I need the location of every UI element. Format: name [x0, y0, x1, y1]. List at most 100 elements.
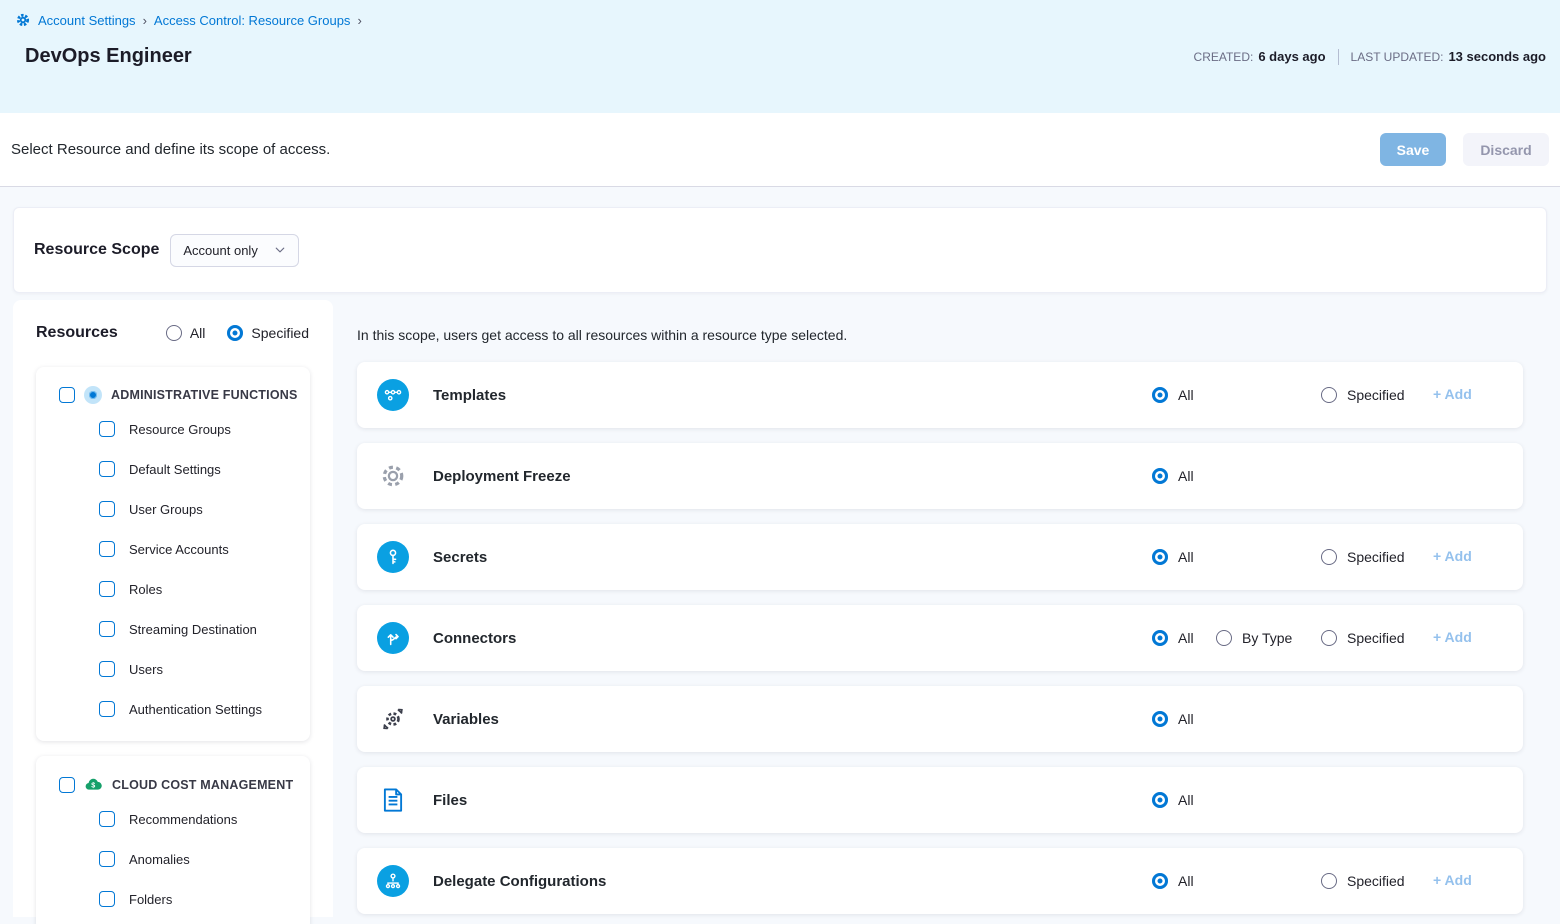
breadcrumb-account-settings[interactable]: Account Settings — [38, 13, 136, 28]
option-label: All — [1178, 711, 1194, 727]
add-resources-button[interactable]: + Add — [1433, 548, 1472, 564]
resource-row: VariablesAll — [357, 686, 1523, 752]
option-slot: All — [1152, 468, 1216, 484]
resource-type-label: Streaming Destination — [129, 622, 257, 637]
scope-option-by-type[interactable]: By Type — [1216, 630, 1321, 646]
resource-type-checkbox-item[interactable]: Service Accounts — [36, 529, 310, 569]
breadcrumb-access-control[interactable]: Access Control: Resource Groups — [154, 13, 351, 28]
connectors-icon — [377, 622, 409, 654]
radio-selected-icon — [1152, 549, 1168, 565]
deployment-freeze-icon — [377, 460, 409, 492]
radio-selected-icon — [1152, 468, 1168, 484]
resource-type-label: User Groups — [129, 502, 203, 517]
resource-type-checkbox-item[interactable]: Resource Groups — [36, 409, 310, 449]
radio-icon — [1216, 630, 1232, 646]
checkbox-icon — [99, 621, 115, 637]
scope-option-specified[interactable]: Specified — [1321, 387, 1433, 403]
scope-option-all[interactable]: All — [1152, 468, 1216, 484]
checkbox-icon[interactable] — [59, 777, 75, 793]
admin-functions-icon — [84, 386, 102, 404]
scope-option-all[interactable]: All — [1152, 630, 1216, 646]
resources-sidebar: Resources All Specified ADMINISTRATIVE F… — [13, 300, 333, 917]
toolbar-description: Select Resource and define its scope of … — [11, 141, 330, 158]
resource-group-card: $CLOUD COST MANAGEMENTRecommendationsAno… — [36, 756, 310, 924]
option-slot: All — [1152, 549, 1216, 565]
resource-type-checkbox-item[interactable]: Recommendations — [36, 799, 310, 839]
resource-row: FilesAll — [357, 767, 1523, 833]
radio-selected-icon — [1152, 387, 1168, 403]
resource-type-checkbox-item[interactable]: Anomalies — [36, 839, 310, 879]
scope-option-all[interactable]: All — [1152, 549, 1216, 565]
scope-option-specified[interactable]: Specified — [1321, 549, 1433, 565]
option-slot: All — [1152, 792, 1216, 808]
resource-type-label: Recommendations — [129, 812, 237, 827]
resource-scope-label: Resource Scope — [34, 241, 159, 259]
resource-type-checkbox-item[interactable]: Users — [36, 649, 310, 689]
resource-type-checkbox-item[interactable]: Streaming Destination — [36, 609, 310, 649]
scope-option-all[interactable]: All — [1152, 873, 1216, 889]
resource-type-checkbox-item[interactable]: User Groups — [36, 489, 310, 529]
resource-type-label: Folders — [129, 892, 172, 907]
templates-icon — [377, 379, 409, 411]
last-updated-label: LAST UPDATED: — [1351, 50, 1444, 64]
scope-options: All Specified+ Add — [1152, 872, 1485, 890]
scope-option-specified[interactable]: Specified — [1321, 873, 1433, 889]
radio-selected-icon — [1152, 630, 1168, 646]
add-resources-button[interactable]: + Add — [1433, 872, 1472, 888]
add-resources-button[interactable]: + Add — [1433, 629, 1472, 645]
resources-radio-specified[interactable]: Specified — [227, 325, 309, 341]
resource-type-checkbox-item[interactable]: Authentication Settings — [36, 689, 310, 729]
scope-option-all[interactable]: All — [1152, 711, 1216, 727]
created-label: CREATED: — [1194, 50, 1254, 64]
option-label: Specified — [1347, 387, 1405, 403]
scope-options: All Specified+ Add — [1152, 548, 1485, 566]
radio-icon — [166, 325, 182, 341]
action-toolbar: Select Resource and define its scope of … — [0, 113, 1560, 187]
radio-selected-icon — [1152, 792, 1168, 808]
checkbox-icon — [99, 541, 115, 557]
scope-option-all[interactable]: All — [1152, 792, 1216, 808]
checkbox-icon[interactable] — [59, 387, 75, 403]
checkbox-icon — [99, 661, 115, 677]
scope-options: All — [1152, 792, 1485, 808]
checkbox-icon — [99, 851, 115, 867]
resource-row: Deployment Freeze All — [357, 443, 1523, 509]
resource-scope-value: Account only — [183, 243, 257, 258]
meta-info: CREATED: 6 days ago LAST UPDATED: 13 sec… — [1194, 49, 1546, 65]
option-slot: Specified — [1321, 873, 1433, 889]
save-button[interactable]: Save — [1380, 133, 1446, 166]
scope-description: In this scope, users get access to all r… — [357, 327, 1523, 343]
scope-option-specified[interactable]: Specified — [1321, 630, 1433, 646]
add-slot: + Add — [1433, 629, 1485, 647]
resource-type-checkbox-item[interactable]: Folders — [36, 879, 310, 919]
gear-icon — [15, 12, 31, 28]
resource-scope-dropdown[interactable]: Account only — [170, 234, 298, 267]
option-label: By Type — [1242, 630, 1292, 646]
add-resources-button[interactable]: + Add — [1433, 386, 1472, 402]
add-slot: + Add — [1433, 548, 1485, 566]
resource-type-checkbox-item[interactable]: Default Settings — [36, 449, 310, 489]
option-slot: Specified — [1321, 630, 1433, 646]
resource-group-card: ADMINISTRATIVE FUNCTIONSResource GroupsD… — [36, 367, 310, 741]
option-slot: All — [1152, 387, 1216, 403]
resource-name: Deployment Freeze — [433, 468, 571, 485]
page-title: DevOps Engineer — [25, 45, 192, 68]
option-slot: All — [1152, 873, 1216, 889]
checkbox-icon — [99, 461, 115, 477]
scope-option-all[interactable]: All — [1152, 387, 1216, 403]
resource-group-items: Resource GroupsDefault Settings User Grou… — [36, 409, 310, 729]
radio-icon — [1321, 873, 1337, 889]
divider — [1338, 49, 1339, 65]
option-label: All — [1178, 630, 1194, 646]
checkbox-icon — [99, 581, 115, 597]
breadcrumb: Account Settings › Access Control: Resou… — [15, 12, 1546, 28]
chevron-right-icon: › — [357, 13, 361, 28]
chevron-right-icon: › — [143, 13, 147, 28]
last-updated-value: 13 seconds ago — [1448, 49, 1546, 64]
resource-row: Delegate ConfigurationsAllSpecified+ Add — [357, 848, 1523, 914]
dot-icon — [89, 391, 97, 399]
content-area: Resource Scope Account only Resources Al… — [0, 187, 1560, 924]
discard-button[interactable]: Discard — [1463, 133, 1549, 166]
resource-type-checkbox-item[interactable]: Roles — [36, 569, 310, 609]
resources-radio-all[interactable]: All — [166, 325, 206, 341]
